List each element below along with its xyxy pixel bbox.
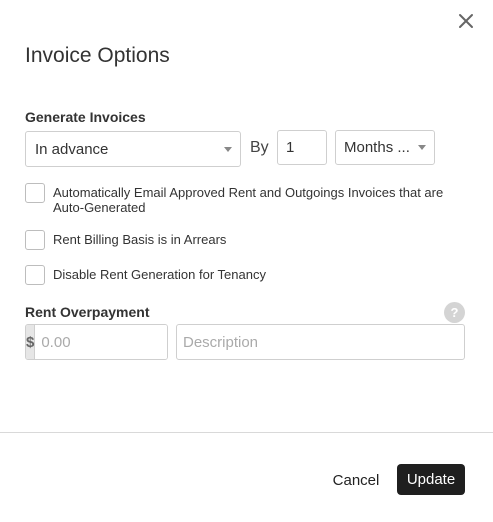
rent-overpayment-label: Rent Overpayment <box>25 304 150 320</box>
dollar-icon: $ <box>26 325 36 359</box>
auto-email-checkbox[interactable] <box>25 183 45 203</box>
invoice-timing-value: In advance <box>35 140 109 158</box>
period-unit-select[interactable]: Months ... <box>335 130 435 165</box>
chevron-down-icon <box>418 145 426 150</box>
overpayment-amount-input[interactable] <box>35 325 167 359</box>
footer-divider <box>0 432 493 433</box>
disable-rent-label: Disable Rent Generation for Tenancy <box>53 267 266 282</box>
overpayment-amount-group: $ <box>25 324 168 360</box>
disable-rent-checkbox[interactable] <box>25 265 45 285</box>
dialog-title: Invoice Options <box>25 44 170 67</box>
close-icon[interactable] <box>455 10 477 32</box>
chevron-down-icon <box>224 147 232 152</box>
question-icon[interactable]: ? <box>444 302 465 323</box>
arrears-label: Rent Billing Basis is in Arrears <box>53 232 227 247</box>
overpayment-description-input[interactable] <box>176 324 465 360</box>
auto-email-label: Automatically Email Approved Rent and Ou… <box>53 185 444 215</box>
cancel-button[interactable]: Cancel <box>326 465 386 495</box>
invoice-options-dialog: Invoice Options Generate Invoices In adv… <box>0 0 493 522</box>
arrears-checkbox[interactable] <box>25 230 45 250</box>
update-button[interactable]: Update <box>397 464 465 495</box>
generate-invoices-label: Generate Invoices <box>25 109 146 125</box>
period-count-input[interactable] <box>277 130 327 165</box>
invoice-timing-select[interactable]: In advance <box>25 131 241 167</box>
by-label: By <box>250 139 269 156</box>
period-unit-value: Months ... <box>344 139 410 156</box>
